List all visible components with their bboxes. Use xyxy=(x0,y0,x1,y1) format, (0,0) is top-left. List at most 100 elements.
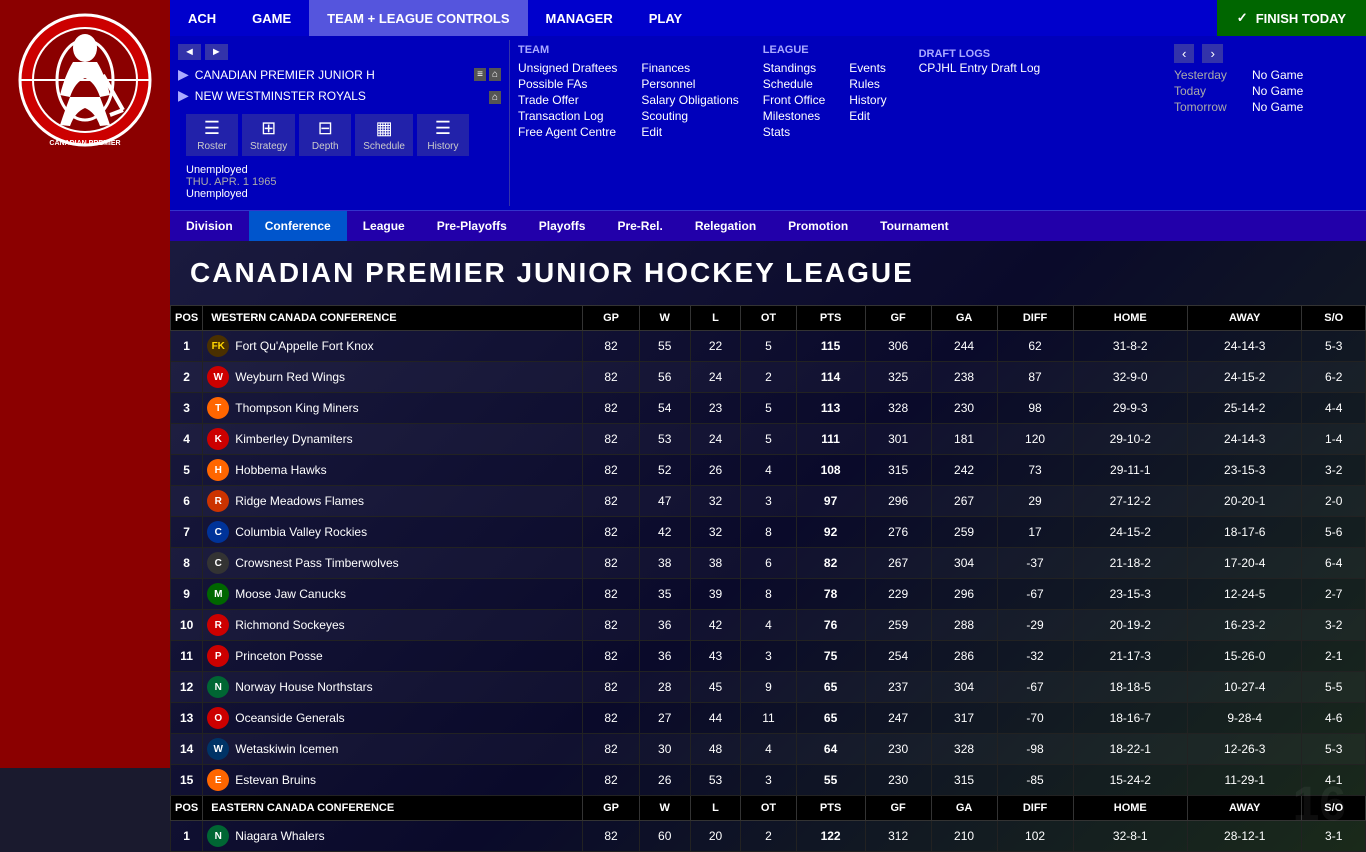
pts-cell: 65 xyxy=(796,703,865,734)
history-btn[interactable]: ☰ History xyxy=(417,114,469,156)
unsigned-draftees-link[interactable]: Unsigned Draftees xyxy=(518,60,617,76)
gf-cell: 276 xyxy=(865,517,931,548)
tab-division[interactable]: Division xyxy=(170,211,249,241)
nav-prev-btn[interactable]: ◄ xyxy=(178,44,201,60)
home-cell: 32-8-1 xyxy=(1073,821,1187,852)
w-cell: 53 xyxy=(639,424,690,455)
table-row[interactable]: 7 C Columbia Valley Rockies 82 42 32 8 9… xyxy=(171,517,1366,548)
ot-cell: 4 xyxy=(741,610,796,641)
middle-menus: TEAM Unsigned Draftees Possible FAs Trad… xyxy=(510,40,1056,206)
date-prev-btn[interactable]: ‹ xyxy=(1174,44,1194,63)
table-row[interactable]: 1 N Niagara Whalers 82 60 20 2 122 312 2… xyxy=(171,821,1366,852)
tab-tournament[interactable]: Tournament xyxy=(864,211,964,241)
table-row[interactable]: 6 R Ridge Meadows Flames 82 47 32 3 97 2… xyxy=(171,486,1366,517)
tab-conference[interactable]: Conference xyxy=(249,211,347,241)
tab-relegation[interactable]: Relegation xyxy=(679,211,772,241)
team-logo: T xyxy=(207,397,229,419)
pts-cell: 97 xyxy=(796,486,865,517)
diff-cell: 98 xyxy=(997,393,1073,424)
strategy-label: Strategy xyxy=(250,141,287,152)
table-row[interactable]: 5 H Hobbema Hawks 82 52 26 4 108 315 242… xyxy=(171,455,1366,486)
league-item-1[interactable]: ▶ CANADIAN PREMIER JUNIOR H ≡ ⌂ xyxy=(178,64,501,85)
col-pts-east: PTS xyxy=(796,796,865,821)
finish-today-label: FINISH TODAY xyxy=(1256,11,1346,26)
team-name-text: Ridge Meadows Flames xyxy=(235,494,364,508)
main-content: CANADIAN PREMIER JUNIOR HOCKEY LEAGUE PO… xyxy=(170,241,1366,852)
history-link[interactable]: History xyxy=(849,92,886,108)
nav-next-btn[interactable]: ► xyxy=(205,44,228,60)
so-cell: 6-2 xyxy=(1302,362,1366,393)
col-diff-east: DIFF xyxy=(997,796,1073,821)
transaction-log-link[interactable]: Transaction Log xyxy=(518,108,617,124)
league-item-2[interactable]: ▶ NEW WESTMINSTER ROYALS ⌂ xyxy=(178,85,501,106)
ot-cell: 8 xyxy=(741,517,796,548)
ach-nav[interactable]: ACH xyxy=(170,0,234,36)
tab-pre-rel[interactable]: Pre-Rel. xyxy=(601,211,678,241)
possible-fas-link[interactable]: Possible FAs xyxy=(518,76,617,92)
tab-pre-playoffs[interactable]: Pre-Playoffs xyxy=(421,211,523,241)
table-row[interactable]: 1 FK Fort Qu'Appelle Fort Knox 82 55 22 … xyxy=(171,331,1366,362)
pts-cell: 65 xyxy=(796,672,865,703)
gp-cell: 82 xyxy=(583,765,640,796)
table-row[interactable]: 11 P Princeton Posse 82 36 43 3 75 254 2… xyxy=(171,641,1366,672)
finances-link[interactable]: Finances xyxy=(641,60,738,76)
col-away-east: AWAY xyxy=(1187,796,1301,821)
scouting-link[interactable]: Scouting xyxy=(641,108,738,124)
draft-log-link[interactable]: CPJHL Entry Draft Log xyxy=(919,60,1041,76)
table-row[interactable]: 10 R Richmond Sockeyes 82 36 42 4 76 259… xyxy=(171,610,1366,641)
so-cell: 5-5 xyxy=(1302,672,1366,703)
gf-cell: 312 xyxy=(865,821,931,852)
finish-today-button[interactable]: ✓ FINISH TODAY xyxy=(1217,0,1366,36)
tab-league[interactable]: League xyxy=(347,211,421,241)
diff-cell: 17 xyxy=(997,517,1073,548)
finance-edit-link[interactable]: Edit xyxy=(641,124,738,140)
depth-btn[interactable]: ⊟ Depth xyxy=(299,114,351,156)
ot-cell: 3 xyxy=(741,486,796,517)
standings-link[interactable]: Standings xyxy=(763,60,825,76)
trade-offer-link[interactable]: Trade Offer xyxy=(518,92,617,108)
roster-btn[interactable]: ☰ Roster xyxy=(186,114,238,156)
strategy-btn[interactable]: ⊞ Strategy xyxy=(242,114,295,156)
date-nav: ‹ › xyxy=(1174,44,1358,63)
date-next-btn[interactable]: › xyxy=(1202,44,1222,63)
manager-nav[interactable]: MANAGER xyxy=(528,0,631,36)
table-row[interactable]: 3 T Thompson King Miners 82 54 23 5 113 … xyxy=(171,393,1366,424)
table-row[interactable]: 15 E Estevan Bruins 82 26 53 3 55 230 31… xyxy=(171,765,1366,796)
dropdown-bar: ◄ ► ▶ CANADIAN PREMIER JUNIOR H ≡ ⌂ ▶ NE… xyxy=(170,36,1366,210)
draft-logs: DRAFT LOGS CPJHL Entry Draft Log xyxy=(911,44,1049,202)
free-agent-centre-link[interactable]: Free Agent Centre xyxy=(518,124,617,140)
checkmark-icon: ✓ xyxy=(1237,10,1248,26)
tab-promotion[interactable]: Promotion xyxy=(772,211,864,241)
stats-link[interactable]: Stats xyxy=(763,124,825,140)
league-edit-link[interactable]: Edit xyxy=(849,108,886,124)
front-office-link[interactable]: Front Office xyxy=(763,92,825,108)
team-menu: TEAM Unsigned Draftees Possible FAs Trad… xyxy=(518,44,617,202)
away-cell: 9-28-4 xyxy=(1187,703,1301,734)
table-row[interactable]: 14 W Wetaskiwin Icemen 82 30 48 4 64 230… xyxy=(171,734,1366,765)
team-name-cell: H Hobbema Hawks xyxy=(203,455,583,486)
events-link[interactable]: Events xyxy=(849,60,886,76)
away-cell: 24-14-3 xyxy=(1187,424,1301,455)
team-logo: FK xyxy=(207,335,229,357)
table-row[interactable]: 2 W Weyburn Red Wings 82 56 24 2 114 325… xyxy=(171,362,1366,393)
game-nav[interactable]: GAME xyxy=(234,0,309,36)
table-row[interactable]: 8 C Crowsnest Pass Timberwolves 82 38 38… xyxy=(171,548,1366,579)
schedule-btn[interactable]: ▦ Schedule xyxy=(355,114,413,156)
milestones-link[interactable]: Milestones xyxy=(763,108,825,124)
tomorrow-label: Tomorrow xyxy=(1174,100,1244,114)
table-row[interactable]: 4 K Kimberley Dynamiters 82 53 24 5 111 … xyxy=(171,424,1366,455)
table-row[interactable]: 9 M Moose Jaw Canucks 82 35 39 8 78 229 … xyxy=(171,579,1366,610)
tab-playoffs[interactable]: Playoffs xyxy=(523,211,602,241)
table-row[interactable]: 12 N Norway House Northstars 82 28 45 9 … xyxy=(171,672,1366,703)
diff-cell: 120 xyxy=(997,424,1073,455)
team-logo: W xyxy=(207,366,229,388)
table-row[interactable]: 13 O Oceanside Generals 82 27 44 11 65 2… xyxy=(171,703,1366,734)
personnel-link[interactable]: Personnel xyxy=(641,76,738,92)
gp-cell: 82 xyxy=(583,393,640,424)
salary-obligations-link[interactable]: Salary Obligations xyxy=(641,92,738,108)
team-league-nav[interactable]: TEAM + LEAGUE CONTROLS xyxy=(309,0,527,36)
play-nav[interactable]: PLAY xyxy=(631,0,700,36)
col-western-conf: WESTERN CANADA CONFERENCE xyxy=(203,306,583,331)
schedule-link[interactable]: Schedule xyxy=(763,76,825,92)
rules-link[interactable]: Rules xyxy=(849,76,886,92)
